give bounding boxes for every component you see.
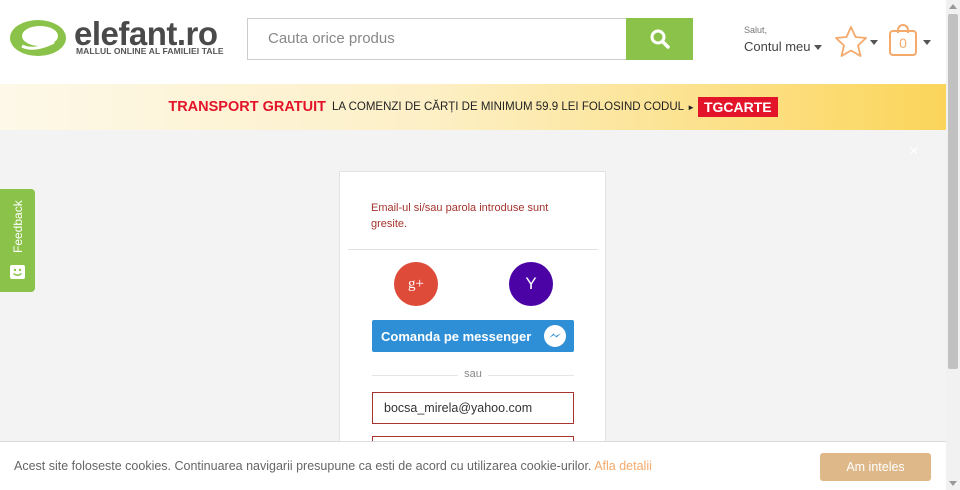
divider xyxy=(348,249,598,250)
chevron-down-icon xyxy=(923,40,931,45)
arrow-right-icon: ► xyxy=(687,102,695,112)
scroll-up-icon[interactable] xyxy=(949,4,957,9)
yahoo-login-button[interactable]: Y xyxy=(509,262,553,306)
chevron-down-icon xyxy=(814,45,823,51)
search-button[interactable] xyxy=(626,18,693,60)
cookie-notice: Acest site foloseste cookies. Continuare… xyxy=(14,459,652,473)
promo-banner[interactable]: TRANSPORT GRATUIT LA COMENZI DE CĂRȚI DE… xyxy=(0,84,946,130)
login-error-message: Email-ul si/sau parola introduse sunt gr… xyxy=(371,202,549,230)
feedback-label: Feedback xyxy=(11,200,25,253)
cookie-accept-button[interactable]: Am inteles xyxy=(820,453,931,481)
close-icon[interactable]: × xyxy=(909,143,918,161)
cookie-details-link[interactable]: Afla detalii xyxy=(594,459,652,473)
email-field[interactable]: bocsa_mirela@yahoo.com xyxy=(372,392,574,424)
cart-button[interactable]: 0 xyxy=(887,24,933,60)
promo-text: LA COMENZI DE CĂRȚI DE MINIMUM 59.9 LEI … xyxy=(331,101,685,113)
or-divider-label: sau xyxy=(458,368,488,380)
yahoo-icon: Y xyxy=(525,274,537,293)
search-icon xyxy=(650,29,670,49)
messenger-order-button[interactable]: Comanda pe messenger xyxy=(372,320,574,352)
logo-tagline: MALLUL ONLINE AL FAMILIEI TALE xyxy=(76,46,224,56)
greeting-text: Salut, xyxy=(744,25,768,35)
account-label: Contul meu xyxy=(744,39,811,54)
cookie-text: Acest site foloseste cookies. Continuare… xyxy=(14,459,592,473)
cookie-bar: Acest site foloseste cookies. Continuare… xyxy=(0,441,946,490)
messenger-icon xyxy=(544,325,566,347)
vertical-scrollbar[interactable] xyxy=(946,0,960,490)
messenger-button-label: Comanda pe messenger xyxy=(381,328,532,344)
star-icon xyxy=(835,26,867,57)
smiley-icon xyxy=(10,265,25,279)
promo-code: TGCARTE xyxy=(697,97,778,117)
feedback-tab[interactable]: Feedback xyxy=(0,189,35,292)
site-header: elefant.ro MALLUL ONLINE AL FAMILIEI TAL… xyxy=(0,0,946,84)
promo-highlight: TRANSPORT GRATUIT xyxy=(168,99,326,115)
scroll-down-icon[interactable] xyxy=(949,481,957,486)
logo-mark-icon xyxy=(10,20,66,56)
search-input[interactable]: Cauta orice produs xyxy=(247,18,627,60)
cart-count: 0 xyxy=(889,30,917,56)
account-menu[interactable]: Contul meu xyxy=(744,39,823,54)
wishlist-button[interactable] xyxy=(833,24,881,60)
google-login-button[interactable]: g+ xyxy=(394,262,438,306)
google-plus-icon: g+ xyxy=(408,275,424,292)
login-panel: Email-ul si/sau parola introduse sunt gr… xyxy=(339,171,606,471)
chevron-down-icon xyxy=(870,40,878,45)
scrollbar-thumb[interactable] xyxy=(948,14,958,369)
